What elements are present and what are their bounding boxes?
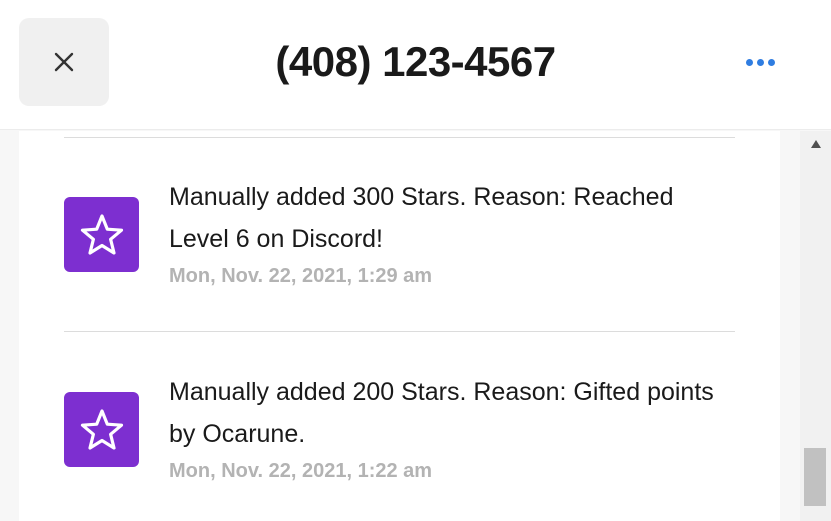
activity-description: Manually added 300 Stars. Reason: Reache… xyxy=(169,183,674,253)
activity-item: Manually added 200 Stars. Reason: Gifted… xyxy=(19,358,780,508)
activity-timestamp: Mon, Nov. 22, 2021, 1:29 am xyxy=(169,265,433,287)
triangle-up-icon xyxy=(810,140,821,148)
more-options-button[interactable] xyxy=(738,50,782,74)
close-icon xyxy=(54,52,74,72)
star-badge xyxy=(64,392,139,467)
star-icon xyxy=(80,213,123,255)
activity-description: Manually added 200 Stars. Reason: Gifted… xyxy=(169,378,714,448)
star-icon xyxy=(80,408,123,450)
divider xyxy=(64,331,735,332)
star-badge xyxy=(64,197,139,272)
scrollbar-thumb[interactable] xyxy=(804,448,826,506)
more-horizontal-icon xyxy=(745,58,753,66)
divider xyxy=(64,137,735,138)
page-title: (408) 123-4567 xyxy=(275,38,556,85)
close-button[interactable] xyxy=(19,18,109,106)
activity-item: Manually added 300 Stars. Reason: Reache… xyxy=(19,163,780,313)
activity-timestamp: Mon, Nov. 22, 2021, 1:22 am xyxy=(169,460,433,482)
header-bar: (408) 123-4567 xyxy=(0,0,831,130)
activity-list: Manually added 300 Stars. Reason: Reache… xyxy=(19,131,780,521)
scroll-up-button[interactable] xyxy=(800,131,831,157)
vertical-scrollbar[interactable] xyxy=(800,131,831,521)
